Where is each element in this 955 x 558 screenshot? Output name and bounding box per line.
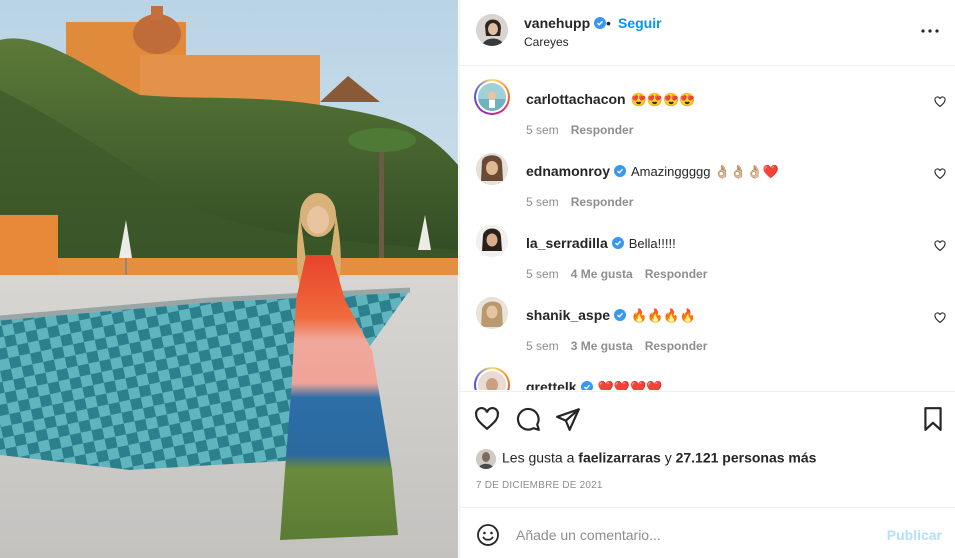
comment-likes-count[interactable]: 4 Me gusta: [571, 267, 633, 281]
verified-badge-icon: [614, 165, 627, 177]
commenter-avatar[interactable]: [476, 225, 508, 257]
comment-icon[interactable]: [515, 406, 541, 432]
comment-like-heart-icon[interactable]: [934, 168, 946, 180]
comment-meta: 5 sem 4 Me gusta Responder: [526, 267, 719, 281]
comment-item: grettelk ❤️❤️❤️❤️: [460, 355, 955, 390]
comment-meta: 5 sem 3 Me gusta Responder: [526, 339, 719, 353]
more-horizontal-icon[interactable]: [920, 24, 940, 38]
comment-time[interactable]: 5 sem: [526, 123, 559, 137]
reply-button[interactable]: Responder: [645, 339, 708, 353]
story-ring[interactable]: [474, 79, 510, 115]
verified-badge-icon: [594, 17, 607, 29]
commenter-avatar[interactable]: [476, 297, 508, 329]
commenter-username[interactable]: la_serradilla: [526, 235, 608, 251]
comment-item: shanik_aspe 🔥🔥🔥🔥 5 sem 3 Me gusta Responder: [460, 283, 955, 355]
commenter-username[interactable]: carlottachacon: [526, 91, 626, 107]
likes-count[interactable]: 27.121 personas más: [676, 450, 817, 466]
comment-item: la_serradilla Bella!!!!! 5 sem 4 Me gusta R…: [460, 211, 955, 283]
author-username-row: vanehupp: [524, 15, 607, 31]
verified-badge-icon: [611, 237, 624, 249]
comment-like-heart-icon[interactable]: [934, 240, 946, 252]
comment-line: la_serradilla Bella!!!!!: [526, 235, 676, 251]
reply-button[interactable]: Responder: [571, 123, 634, 137]
comment-likes-count[interactable]: 3 Me gusta: [571, 339, 633, 353]
liker-username[interactable]: faelizarraras: [578, 450, 661, 466]
comment-text: 😍😍😍😍: [630, 92, 696, 107]
post-actions: Les gusta a faelizarraras y 27.121 perso…: [460, 391, 955, 499]
comment-item: carlottachacon 😍😍😍😍 5 sem Responder: [460, 67, 955, 139]
comment-line: shanik_aspe 🔥🔥🔥🔥: [526, 307, 696, 324]
comment-meta: 5 sem Responder: [526, 123, 645, 137]
post-details-panel: vanehupp • Seguir Careyes carlottachacon…: [459, 0, 955, 558]
story-ring[interactable]: [474, 367, 510, 390]
commenter-avatar[interactable]: [476, 153, 508, 185]
reply-button[interactable]: Responder: [571, 195, 634, 209]
author-avatar[interactable]: [476, 14, 508, 46]
comments-list[interactable]: carlottachacon 😍😍😍😍 5 sem Responder ednamo…: [460, 67, 955, 390]
commenter-username[interactable]: ednamonroy: [526, 163, 610, 179]
send-icon[interactable]: [555, 406, 581, 432]
post-photo[interactable]: [0, 0, 458, 558]
publish-button[interactable]: Publicar: [887, 527, 942, 543]
comment-text: ❤️❤️❤️❤️: [597, 380, 663, 390]
post-location[interactable]: Careyes: [524, 35, 569, 49]
comment-meta: 5 sem Responder: [526, 195, 645, 209]
likes-summary: Les gusta a faelizarraras y 27.121 perso…: [476, 449, 816, 469]
comment-text: Amazinggggg 👌🏼👌🏼👌🏼❤️: [631, 164, 779, 179]
comment-like-heart-icon[interactable]: [934, 312, 946, 324]
commenter-avatar: [478, 83, 506, 111]
comment-like-heart-icon[interactable]: [934, 96, 946, 108]
add-comment-bar: Publicar: [460, 507, 955, 558]
likes-middle: y: [664, 449, 672, 466]
bookmark-icon[interactable]: [920, 406, 946, 432]
follow-button[interactable]: Seguir: [618, 15, 662, 31]
liker-avatar[interactable]: [476, 449, 496, 469]
commenter-username[interactable]: grettelk: [526, 379, 577, 390]
reply-button[interactable]: Responder: [645, 267, 708, 281]
comment-text: Bella!!!!!: [628, 236, 676, 251]
author-username[interactable]: vanehupp: [524, 15, 590, 31]
comment-line: grettelk ❤️❤️❤️❤️: [526, 379, 662, 390]
emoji-icon[interactable]: [476, 523, 500, 547]
likes-prefix: Les gusta a: [502, 449, 575, 466]
comment-line: ednamonroy Amazinggggg 👌🏼👌🏼👌🏼❤️: [526, 163, 779, 180]
post-header: vanehupp • Seguir Careyes: [460, 0, 955, 66]
comment-line: carlottachacon 😍😍😍😍: [526, 91, 695, 108]
comment-item: ednamonroy Amazinggggg 👌🏼👌🏼👌🏼❤️ 5 sem Resp…: [460, 139, 955, 211]
post-date[interactable]: 7 DE DICIEMBRE DE 2021: [476, 480, 603, 491]
comment-time[interactable]: 5 sem: [526, 267, 559, 281]
commenter-avatar: [478, 371, 506, 390]
heart-icon[interactable]: [474, 406, 500, 432]
comment-input[interactable]: [516, 524, 876, 546]
comment-time[interactable]: 5 sem: [526, 339, 559, 353]
verified-badge-icon: [580, 381, 593, 390]
commenter-username[interactable]: shanik_aspe: [526, 307, 610, 323]
comment-time[interactable]: 5 sem: [526, 195, 559, 209]
verified-badge-icon: [614, 309, 627, 321]
comment-text: 🔥🔥🔥🔥: [631, 308, 696, 323]
header-separator: •: [606, 15, 611, 31]
